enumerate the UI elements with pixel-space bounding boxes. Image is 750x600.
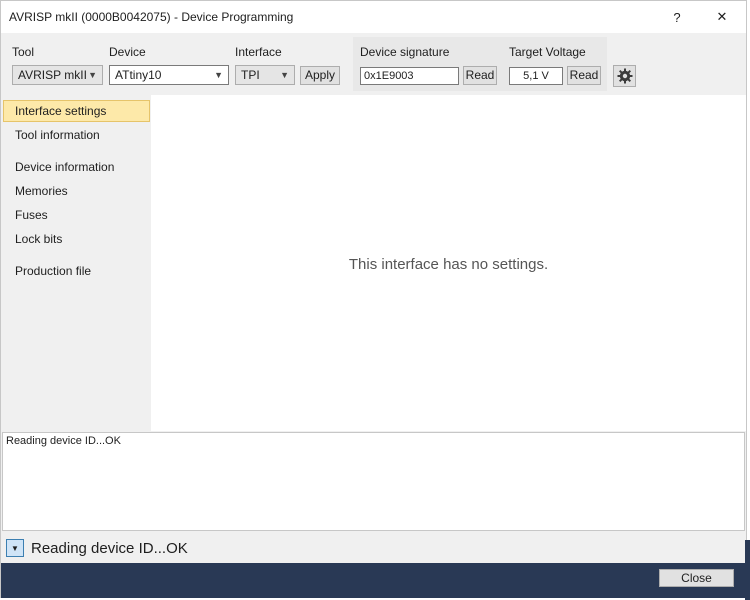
- sidebar-item-lock-bits[interactable]: Lock bits: [3, 228, 150, 250]
- log-output[interactable]: Reading device ID...OK: [2, 432, 745, 531]
- chevron-down-icon: ▼: [88, 70, 97, 80]
- device-select[interactable]: ATtiny10 ▼: [109, 65, 229, 85]
- device-signature-field[interactable]: 0x1E9003: [360, 67, 459, 85]
- tool-select[interactable]: AVRISP mkII ▼: [12, 65, 103, 85]
- device-signature-label: Device signature: [360, 45, 450, 59]
- chevron-down-icon: ▼: [11, 543, 19, 553]
- sidebar-item-tool-information[interactable]: Tool information: [3, 124, 150, 146]
- sidebar-item-production-file[interactable]: Production file: [3, 260, 150, 282]
- log-line: Reading device ID...OK: [6, 435, 121, 447]
- chevron-down-icon: ▼: [214, 70, 223, 80]
- read-voltage-button[interactable]: Read: [567, 66, 601, 85]
- help-icon: ?: [673, 9, 681, 25]
- background-window-edge: [745, 540, 750, 600]
- sidebar: Interface settings Tool information Devi…: [1, 95, 151, 431]
- status-bar: ▼ Reading device ID...OK: [1, 534, 746, 562]
- apply-button[interactable]: Apply: [300, 66, 340, 85]
- close-button[interactable]: Close: [659, 569, 734, 587]
- sidebar-item-fuses[interactable]: Fuses: [3, 204, 150, 226]
- sidebar-item-interface-settings[interactable]: Interface settings: [3, 100, 150, 122]
- status-text: Reading device ID...OK: [31, 540, 188, 557]
- no-settings-message: This interface has no settings.: [348, 256, 549, 273]
- tool-label: Tool: [12, 45, 35, 59]
- read-signature-button[interactable]: Read: [463, 66, 497, 85]
- target-voltage-label: Target Voltage: [509, 45, 586, 59]
- content-panel: This interface has no settings.: [151, 95, 746, 431]
- status-expand-button[interactable]: ▼: [6, 539, 24, 557]
- target-voltage-field[interactable]: 5,1 V: [509, 67, 563, 85]
- window-title: AVRISP mkII (0000B0042075) - Device Prog…: [9, 10, 294, 24]
- device-programming-dialog: AVRISP mkII (0000B0042075) - Device Prog…: [0, 0, 747, 598]
- dialog-footer: Close: [1, 563, 746, 598]
- sidebar-item-device-information[interactable]: Device information: [3, 156, 150, 178]
- interface-select-value: TPI: [241, 68, 260, 82]
- toolbar: Tool AVRISP mkII ▼ Device ATtiny10 ▼ Int…: [1, 33, 746, 95]
- help-button[interactable]: ?: [655, 1, 699, 33]
- device-label: Device: [109, 45, 146, 59]
- close-window-button[interactable]: ✕: [700, 1, 744, 33]
- device-select-value: ATtiny10: [115, 68, 162, 82]
- close-icon: ✕: [716, 9, 728, 24]
- sidebar-item-memories[interactable]: Memories: [3, 180, 150, 202]
- gear-icon: [617, 68, 632, 84]
- interface-select[interactable]: TPI ▼: [235, 65, 295, 85]
- title-bar: AVRISP mkII (0000B0042075) - Device Prog…: [1, 1, 746, 33]
- interface-label: Interface: [235, 45, 282, 59]
- settings-button[interactable]: [613, 65, 636, 87]
- chevron-down-icon: ▼: [280, 70, 289, 80]
- tool-select-value: AVRISP mkII: [18, 68, 87, 82]
